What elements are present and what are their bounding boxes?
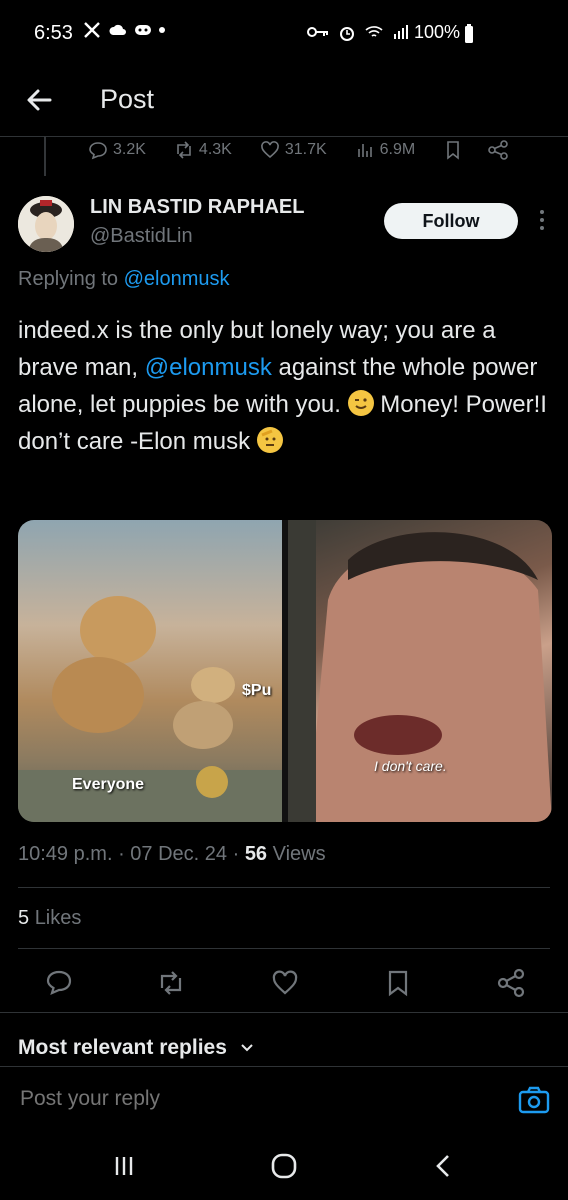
reply-icon[interactable] [44, 968, 74, 998]
reply-icon [89, 142, 107, 160]
share-icon[interactable] [487, 140, 509, 160]
saluting-face-emoji-icon [256, 427, 283, 453]
man-speaking-image[interactable]: I don't care. [288, 520, 552, 822]
pu-label: $Pu [242, 682, 272, 699]
author-name[interactable]: LIN BASTID RAPHAEL [90, 196, 304, 219]
likes-label: Likes [34, 907, 82, 929]
camera-icon[interactable] [518, 1086, 550, 1114]
system-navigation-bar [0, 1130, 568, 1200]
repost-icon[interactable] [156, 968, 186, 998]
repost-count: 4.3K [198, 141, 232, 158]
puppies-sandstorm-image[interactable]: Everyone $Pu [18, 520, 282, 822]
divider [18, 948, 550, 949]
mention-link[interactable]: @elonmusk [145, 354, 272, 381]
bookmark-icon[interactable] [443, 140, 463, 160]
alarm-icon [340, 27, 354, 41]
discord-icon [135, 25, 151, 35]
post-action-bar [0, 968, 568, 1004]
status-notification-icons [82, 20, 166, 40]
subtitle-caption: I don't care. [374, 758, 447, 774]
more-options-icon[interactable] [532, 205, 552, 235]
divider [18, 887, 550, 888]
views-label: Views [272, 843, 326, 865]
author-avatar[interactable] [18, 196, 74, 252]
likes-row[interactable]: 5 Likes [18, 907, 81, 930]
status-system-icons [306, 24, 410, 42]
cloud-icon [109, 24, 126, 35]
back-arrow-icon[interactable] [22, 82, 58, 118]
replies-sort-dropdown[interactable]: Most relevant replies [18, 1036, 255, 1060]
dot-icon [159, 27, 165, 33]
everyone-label: Everyone [72, 776, 145, 793]
avatar-portrait-icon [18, 196, 74, 252]
follow-button[interactable]: Follow [384, 203, 518, 239]
man-face-illustration [288, 520, 552, 822]
post-date[interactable]: 07 Dec. 24 [130, 843, 227, 865]
reply-input[interactable] [18, 1086, 482, 1112]
x-logo-icon [84, 22, 100, 38]
author-handle[interactable]: @BastidLin [90, 225, 193, 248]
thread-line [44, 136, 46, 176]
back-nav-icon[interactable] [432, 1152, 456, 1180]
post-text: indeed.x is the only but lonely way; you… [18, 312, 548, 460]
post-timestamp-row: 10:49 p.m. · 07 Dec. 24 · 56 Views [18, 843, 326, 865]
battery-icon [465, 24, 473, 43]
top-app-bar: Post [0, 70, 568, 137]
repost-icon [177, 141, 191, 159]
status-time: 6:53 [34, 22, 73, 44]
repost-stat[interactable]: 4.3K [174, 140, 232, 160]
battery-percent: 100% [413, 22, 460, 42]
wifi-icon [365, 26, 383, 37]
like-stat[interactable]: 31.7K [260, 140, 327, 160]
post-media[interactable]: Everyone $Pu I don't care. [18, 520, 552, 822]
views-stat[interactable]: 6.9M [355, 140, 416, 160]
winking-emoji-icon [347, 390, 374, 416]
views-count: 6.9M [379, 141, 416, 158]
puppies-illustration [18, 596, 282, 822]
page-title: Post [100, 84, 155, 114]
divider [0, 1012, 568, 1013]
home-icon[interactable] [270, 1152, 298, 1180]
recent-apps-icon[interactable] [112, 1154, 136, 1178]
chevron-down-icon [241, 1044, 253, 1052]
status-bar: 6:53 100% [0, 0, 568, 70]
key-icon [307, 27, 328, 37]
replying-prefix: Replying to [18, 268, 124, 290]
parent-post-stats: 3.2K 4.3K 31.7K 6.9M [88, 140, 509, 160]
views-icon [357, 144, 372, 157]
reply-count: 3.2K [113, 141, 146, 158]
like-count: 31.7K [284, 141, 327, 158]
bookmark-icon[interactable] [383, 968, 413, 998]
heart-icon[interactable] [270, 968, 300, 998]
views-count-number: 56 [244, 843, 268, 865]
replying-to: Replying to @elonmusk [18, 268, 230, 291]
post-time[interactable]: 10:49 p.m. [18, 843, 113, 865]
replying-handle-link[interactable]: @elonmusk [124, 268, 230, 290]
share-icon[interactable] [496, 968, 526, 998]
signal-icon [394, 25, 408, 39]
divider [0, 1066, 568, 1067]
heart-icon [260, 141, 279, 159]
reply-stat[interactable]: 3.2K [88, 140, 146, 160]
replies-sort-label: Most relevant replies [18, 1036, 227, 1059]
likes-count: 5 [18, 907, 30, 929]
